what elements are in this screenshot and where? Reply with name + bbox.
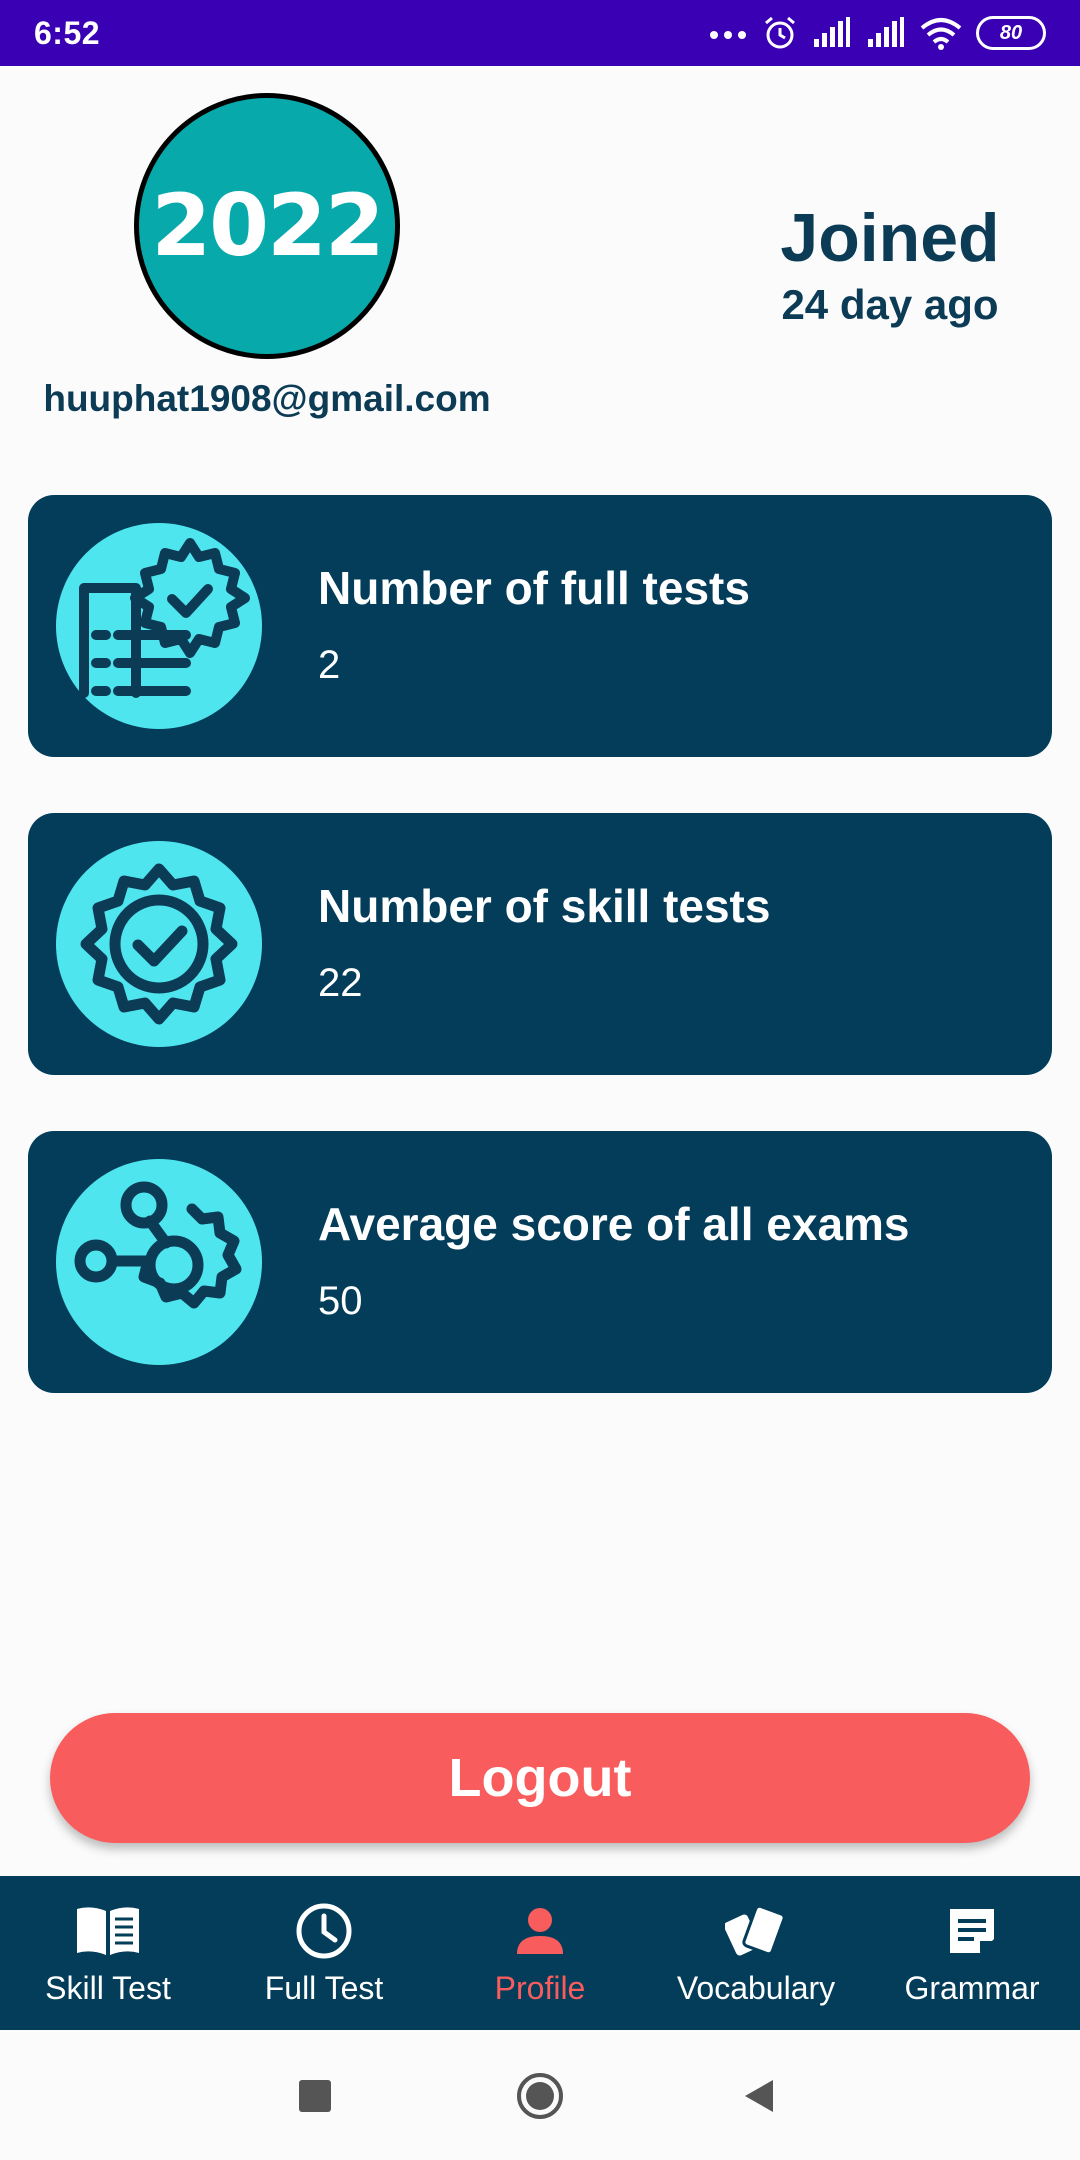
joined-duration: 24 day ago xyxy=(781,281,999,328)
alarm-icon xyxy=(765,16,795,49)
nav-item-vocabulary[interactable]: Vocabulary xyxy=(648,1876,864,2030)
gear-check-icon xyxy=(56,841,262,1047)
document-gear-check-icon xyxy=(56,523,262,729)
nav-item-full-test[interactable]: Full Test xyxy=(216,1876,432,2030)
stat-title: Number of full tests xyxy=(318,562,750,614)
back-icon[interactable] xyxy=(743,2078,775,2114)
status-icons: 80 xyxy=(708,15,1046,51)
nav-label: Grammar xyxy=(904,1969,1040,2006)
home-icon[interactable] xyxy=(515,2071,565,2121)
stat-value: 50 xyxy=(318,1279,363,1323)
nav-label: Vocabulary xyxy=(676,1969,836,2006)
stat-value: 22 xyxy=(318,961,363,1005)
stat-title: Number of skill tests xyxy=(318,880,771,932)
stat-card-average-score: Average score of all exams 50 xyxy=(28,1131,1052,1393)
clock-icon xyxy=(295,1900,353,1962)
note-icon xyxy=(946,1900,998,1962)
recent-apps-icon[interactable] xyxy=(298,2079,332,2113)
signal-icon-2 xyxy=(868,17,904,47)
logout-button[interactable]: Logout xyxy=(50,1713,1030,1843)
joined-title: Joined xyxy=(780,200,1000,276)
cards-icon xyxy=(725,1900,787,1962)
avatar[interactable]: 2022 xyxy=(134,93,400,359)
wifi-icon xyxy=(920,18,962,50)
nav-item-skill-test[interactable]: Skill Test xyxy=(0,1876,216,2030)
battery-indicator: 80 xyxy=(976,16,1046,50)
more-dots-icon xyxy=(710,31,746,39)
signal-icon xyxy=(814,17,850,47)
nav-item-grammar[interactable]: Grammar xyxy=(864,1876,1080,2030)
stat-card-skill-tests: Number of skill tests 22 xyxy=(28,813,1052,1075)
system-nav-bar xyxy=(0,2030,1080,2160)
bottom-nav: Skill Test Full Test Profile Vocabulary xyxy=(0,1876,1080,2030)
network-gear-icon xyxy=(56,1159,262,1365)
stat-title: Average score of all exams xyxy=(318,1198,910,1250)
joined-block: Joined 24 day ago xyxy=(740,198,1040,332)
stat-card-full-tests: Number of full tests 2 xyxy=(28,495,1052,757)
status-time: 6:52 xyxy=(34,14,101,51)
stat-value: 2 xyxy=(318,643,341,687)
user-email: huuphat1908@gmail.com xyxy=(43,378,491,419)
nav-label: Full Test xyxy=(264,1969,384,2006)
book-icon xyxy=(75,1900,141,1962)
nav-label: Skill Test xyxy=(45,1969,171,2006)
status-bar: 6:52 80 xyxy=(0,0,1080,66)
nav-label: Profile xyxy=(494,1969,586,2006)
nav-item-profile[interactable]: Profile xyxy=(432,1876,648,2030)
person-icon xyxy=(515,1900,565,1962)
